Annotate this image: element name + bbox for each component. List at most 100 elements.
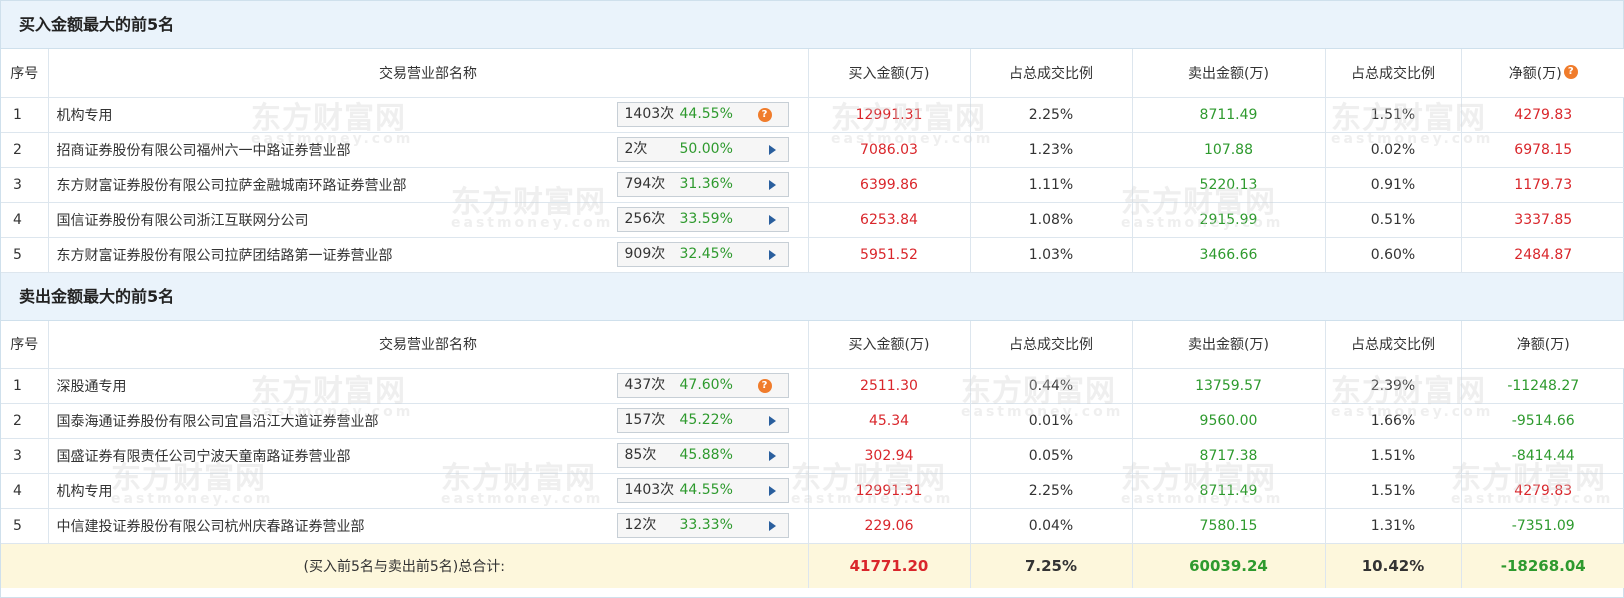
row-index: 2: [1, 403, 49, 439]
buy-ratio: 1.08%: [970, 202, 1133, 238]
arrow-right-icon[interactable]: [768, 214, 776, 225]
appearance-count: 1403次: [624, 482, 675, 498]
branch-stats-button[interactable]: 256次 33.59%: [616, 206, 789, 232]
header-idx: 序号: [1, 49, 49, 98]
win-rate: 45.22%: [679, 412, 733, 428]
branch-name[interactable]: 机构专用: [57, 481, 113, 501]
net-amount: -9514.66: [1461, 403, 1624, 439]
row-index: 1: [1, 368, 49, 404]
arrow-right-icon[interactable]: [768, 144, 776, 155]
branch-stats-button[interactable]: 85次 45.88%: [616, 443, 789, 468]
sell-ratio: 1.51%: [1325, 97, 1462, 133]
buy-ratio: 0.44%: [970, 368, 1133, 404]
branch-name[interactable]: 招商证券股份有限公司福州六一中路证券营业部: [57, 140, 351, 160]
appearance-count: 2次: [624, 140, 648, 157]
branch-stats-button[interactable]: 12次 33.33%: [616, 513, 789, 538]
appearance-count: 157次: [624, 412, 666, 428]
buy-amount: 5951.52: [808, 237, 971, 273]
table-row: 3 国盛证券有限责任公司宁波天童南路证券营业部 85次 45.88% 302.94 0.0…: [1, 438, 1624, 474]
sell-amount: 5220.13: [1132, 167, 1326, 203]
row-index: 2: [1, 132, 49, 168]
branch-name[interactable]: 中信建投证券股份有限公司杭州庆春路证券营业部: [57, 516, 365, 536]
branch-cell: 国泰海通证券股份有限公司宜昌沿江大道证券营业部 157次 45.22%: [48, 403, 809, 439]
sell-ratio: 2.39%: [1325, 368, 1462, 404]
net-amount: 2484.87: [1461, 237, 1624, 273]
header-net-label: 净额(万): [1508, 65, 1562, 82]
arrow-right-icon[interactable]: [768, 451, 776, 461]
header-sell-ratio: 占总成交比例: [1325, 49, 1462, 98]
total-net-amount: -18268.04: [1461, 543, 1624, 588]
question-icon[interactable]: ?: [757, 379, 772, 393]
branch-stats-button[interactable]: 1403次 44.55%?: [616, 101, 789, 127]
buy-amount: 6399.86: [808, 167, 971, 203]
sell-amount: 9560.00: [1132, 403, 1326, 439]
branch-cell: 招商证券股份有限公司福州六一中路证券营业部 2次 50.00%: [48, 132, 809, 168]
sell-ratio: 1.51%: [1325, 473, 1462, 509]
appearance-count: 794次: [624, 175, 666, 192]
row-index: 1: [1, 97, 49, 133]
buy-table-header: 序号 交易营业部名称 买入金额(万) 占总成交比例 卖出金额(万) 占总成交比例…: [1, 49, 1624, 98]
branch-cell: 中信建投证券股份有限公司杭州庆春路证券营业部 12次 33.33%: [48, 508, 809, 544]
branch-stats-button[interactable]: 1403次 44.55%: [616, 478, 789, 503]
branch-name[interactable]: 深股通专用: [57, 376, 127, 396]
win-rate: 33.59%: [679, 210, 733, 227]
buy-amount: 6253.84: [808, 202, 971, 238]
branch-stats-button[interactable]: 909次 32.45%: [616, 241, 789, 267]
branch-cell: 机构专用 1403次 44.55%: [48, 473, 809, 509]
header-net-amount: 净额(万)?: [1461, 49, 1624, 98]
buy-amount: 12991.31: [808, 97, 971, 133]
buy-ratio: 2.25%: [970, 97, 1133, 133]
buy-ratio: 0.01%: [970, 403, 1133, 439]
sell-ratio: 1.31%: [1325, 508, 1462, 544]
sell-ratio: 0.02%: [1325, 132, 1462, 168]
row-index: 5: [1, 508, 49, 544]
table-row: 5 东方财富证券股份有限公司拉萨团结路第一证券营业部 909次 32.45% 5951.…: [1, 237, 1624, 273]
win-rate: 44.55%: [679, 105, 733, 122]
win-rate: 50.00%: [679, 140, 733, 157]
appearance-count: 1403次: [624, 105, 675, 122]
header-idx: 序号: [1, 320, 49, 369]
branch-name[interactable]: 国泰海通证券股份有限公司宜昌沿江大道证券营业部: [57, 411, 379, 431]
net-amount: 4279.83: [1461, 97, 1624, 133]
question-icon[interactable]: ?: [757, 107, 772, 122]
branch-stats-button[interactable]: 437次 47.60%?: [616, 373, 789, 398]
branch-name[interactable]: 东方财富证券股份有限公司拉萨金融城南环路证券营业部: [57, 175, 407, 195]
branch-name[interactable]: 国盛证券有限责任公司宁波天童南路证券营业部: [57, 446, 351, 466]
branch-stats-button[interactable]: 157次 45.22%: [616, 408, 789, 433]
total-label: (买入前5名与卖出前5名)总合计:: [1, 543, 809, 588]
question-icon[interactable]: ?: [1563, 64, 1578, 79]
arrow-right-icon[interactable]: [768, 249, 776, 260]
buy-amount: 12991.31: [808, 473, 971, 509]
branch-name[interactable]: 国信证券股份有限公司浙江互联网分公司: [57, 210, 309, 230]
branch-name[interactable]: 机构专用: [57, 105, 113, 125]
header-sell-amount: 卖出金额(万): [1132, 320, 1326, 369]
arrow-right-icon[interactable]: [768, 486, 776, 496]
table-row: 2 国泰海通证券股份有限公司宜昌沿江大道证券营业部 157次 45.22% 45.34 0…: [1, 403, 1624, 439]
buy-amount: 45.34: [808, 403, 971, 439]
arrow-right-icon[interactable]: [768, 416, 776, 426]
appearance-count: 12次: [624, 517, 657, 533]
total-buy-amount: 41771.20: [808, 543, 971, 588]
sell-amount: 8711.49: [1132, 473, 1326, 509]
total-buy-ratio: 7.25%: [970, 543, 1133, 588]
table-row: 5 中信建投证券股份有限公司杭州庆春路证券营业部 12次 33.33% 229.06 0.…: [1, 508, 1624, 544]
sell-amount: 2915.99: [1132, 202, 1326, 238]
sell-ratio: 1.51%: [1325, 438, 1462, 474]
header-sell-ratio: 占总成交比例: [1325, 320, 1462, 369]
sell-amount: 7580.15: [1132, 508, 1326, 544]
win-rate: 47.60%: [679, 377, 733, 393]
appearance-count: 256次: [624, 210, 666, 227]
branch-stats-button[interactable]: 2次 50.00%: [616, 136, 789, 162]
branch-stats-button[interactable]: 794次 31.36%: [616, 171, 789, 197]
branch-name[interactable]: 东方财富证券股份有限公司拉萨团结路第一证券营业部: [57, 245, 393, 265]
net-amount: -11248.27: [1461, 368, 1624, 404]
header-buy-ratio: 占总成交比例: [970, 49, 1133, 98]
sell-amount: 107.88: [1132, 132, 1326, 168]
header-sell-amount: 卖出金额(万): [1132, 49, 1326, 98]
win-rate: 33.33%: [679, 517, 733, 533]
table-row: 1 深股通专用 437次 47.60%? 2511.30 0.44% 13759.57 2.3…: [1, 368, 1624, 404]
arrow-right-icon[interactable]: [768, 521, 776, 531]
arrow-right-icon[interactable]: [768, 179, 776, 190]
win-rate: 32.45%: [679, 245, 733, 262]
table-row: 4 机构专用 1403次 44.55% 12991.31 2.25% 8711.49 1.51…: [1, 473, 1624, 509]
